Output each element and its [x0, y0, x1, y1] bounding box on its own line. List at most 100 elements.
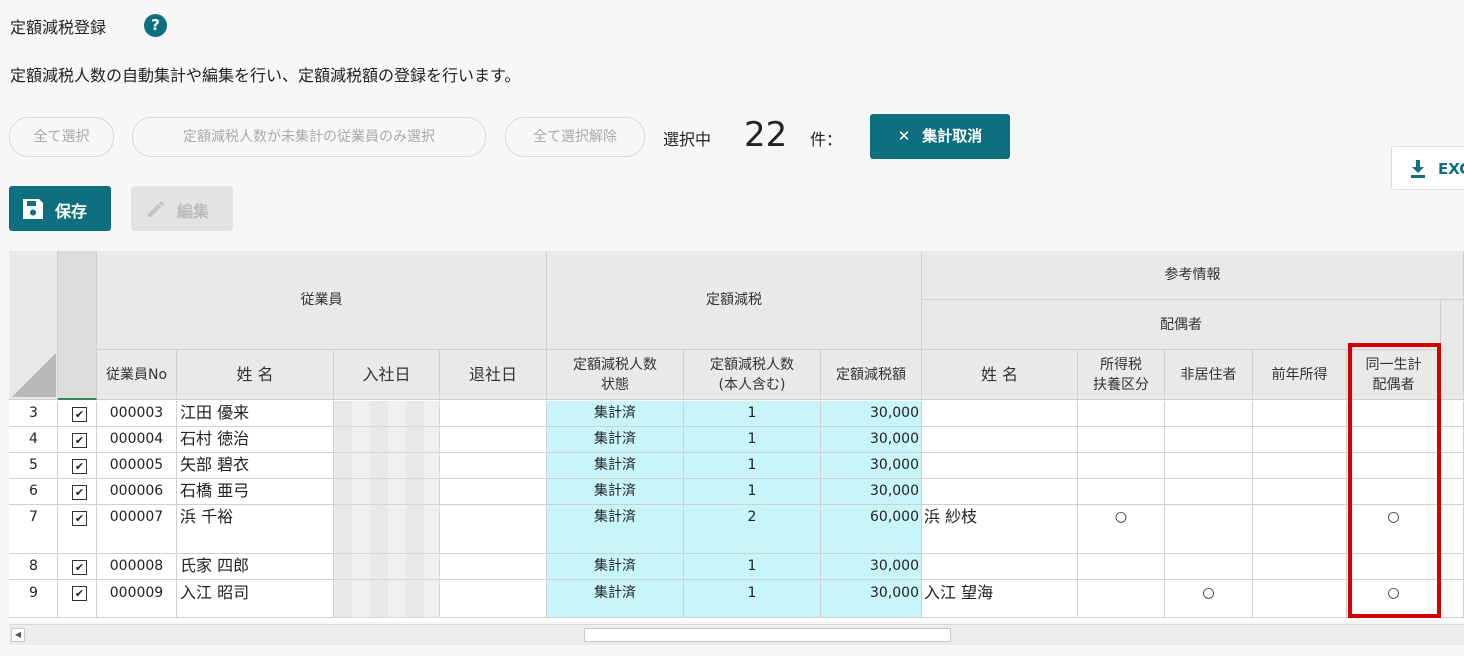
cell-extra[interactable]	[1441, 554, 1464, 580]
cell-nonresident[interactable]	[1165, 505, 1253, 554]
row-checkbox[interactable]: ✔	[58, 505, 97, 554]
cell-status[interactable]: 集計済	[547, 453, 684, 479]
cell-leave-date[interactable]	[440, 580, 547, 618]
cell-amount[interactable]: 30,000	[821, 580, 922, 618]
cell-spouse-name[interactable]	[922, 401, 1078, 427]
cell-emp-no[interactable]: 000003	[97, 401, 177, 427]
cell-name[interactable]: 入江 昭司	[177, 580, 334, 618]
cell-amount[interactable]: 30,000	[821, 479, 922, 505]
checkbox[interactable]: ✔	[72, 485, 87, 500]
row-checkbox[interactable]: ✔	[58, 453, 97, 479]
cell-amount[interactable]: 30,000	[821, 453, 922, 479]
cell-emp-no[interactable]: 000004	[97, 427, 177, 453]
cell-prev-income[interactable]	[1253, 453, 1347, 479]
row-number[interactable]: 8	[9, 554, 58, 580]
cell-extra[interactable]	[1441, 479, 1464, 505]
cell-extra[interactable]	[1441, 401, 1464, 427]
select-unaggregated-button[interactable]: 定額減税人数が未集計の従業員のみ選択	[132, 117, 486, 157]
cell-count[interactable]: 2	[684, 505, 821, 554]
row-number[interactable]: 9	[9, 580, 58, 618]
row-checkbox[interactable]: ✔	[58, 580, 97, 618]
cell-prev-income[interactable]	[1253, 505, 1347, 554]
cell-leave-date[interactable]	[440, 401, 547, 427]
cell-count[interactable]: 1	[684, 401, 821, 427]
cell-hire-date[interactable]	[334, 554, 440, 580]
cell-name[interactable]: 矢部 碧衣	[177, 453, 334, 479]
cell-amount[interactable]: 30,000	[821, 427, 922, 453]
scroll-thumb[interactable]	[584, 628, 951, 642]
cell-name[interactable]: 石橋 亜弓	[177, 479, 334, 505]
col-count[interactable]: 定額減税人数 (本人含む)	[684, 350, 821, 400]
cell-hire-date[interactable]	[334, 427, 440, 453]
col-name[interactable]: 姓 名	[177, 350, 334, 400]
row-checkbox[interactable]: ✔	[58, 479, 97, 505]
cell-count[interactable]: 1	[684, 554, 821, 580]
cell-name[interactable]: 江田 優来	[177, 401, 334, 427]
cell-emp-no[interactable]: 000009	[97, 580, 177, 618]
grid-corner[interactable]	[9, 251, 58, 400]
cell-dependent[interactable]	[1078, 554, 1165, 580]
col-dependent[interactable]: 所得税 扶養区分	[1078, 350, 1165, 400]
row-number[interactable]: 6	[9, 479, 58, 505]
cell-leave-date[interactable]	[440, 505, 547, 554]
cell-hire-date[interactable]	[334, 479, 440, 505]
scroll-left-arrow[interactable]: ◀	[11, 628, 25, 642]
cell-count[interactable]: 1	[684, 453, 821, 479]
cell-amount[interactable]: 60,000	[821, 505, 922, 554]
col-hire-date[interactable]: 入社日	[334, 350, 440, 400]
edit-button[interactable]: 編集	[131, 186, 233, 231]
col-nonresident[interactable]: 非居住者	[1165, 350, 1253, 400]
checkbox[interactable]: ✔	[72, 459, 87, 474]
checkbox[interactable]: ✔	[72, 511, 87, 526]
col-spouse-name[interactable]: 姓 名	[922, 350, 1078, 400]
cell-spouse-name[interactable]	[922, 479, 1078, 505]
cell-name[interactable]: 氏家 四郎	[177, 554, 334, 580]
cell-spouse-name[interactable]	[922, 554, 1078, 580]
cell-leave-date[interactable]	[440, 479, 547, 505]
cell-emp-no[interactable]: 000005	[97, 453, 177, 479]
checkbox-column-header[interactable]	[58, 251, 97, 400]
deselect-all-button[interactable]: 全て選択解除	[505, 117, 645, 157]
cell-status[interactable]: 集計済	[547, 401, 684, 427]
cell-prev-income[interactable]	[1253, 580, 1347, 618]
cell-dependent[interactable]	[1078, 427, 1165, 453]
cell-amount[interactable]: 30,000	[821, 554, 922, 580]
row-number[interactable]: 7	[9, 505, 58, 554]
cell-nonresident[interactable]	[1165, 453, 1253, 479]
cell-emp-no[interactable]: 000007	[97, 505, 177, 554]
cell-prev-income[interactable]	[1253, 427, 1347, 453]
cell-dependent[interactable]	[1078, 401, 1165, 427]
row-checkbox[interactable]: ✔	[58, 401, 97, 427]
row-checkbox[interactable]: ✔	[58, 554, 97, 580]
cell-nonresident[interactable]	[1165, 401, 1253, 427]
cell-hire-date[interactable]	[334, 453, 440, 479]
cell-nonresident[interactable]	[1165, 479, 1253, 505]
cell-nonresident[interactable]: ○	[1165, 580, 1253, 618]
cell-count[interactable]: 1	[684, 580, 821, 618]
cell-nonresident[interactable]	[1165, 554, 1253, 580]
cell-name[interactable]: 浜 千裕	[177, 505, 334, 554]
col-prev-income[interactable]: 前年所得	[1253, 350, 1347, 400]
cell-status[interactable]: 集計済	[547, 580, 684, 618]
cell-dependent[interactable]	[1078, 453, 1165, 479]
cell-nonresident[interactable]	[1165, 427, 1253, 453]
cell-prev-income[interactable]	[1253, 479, 1347, 505]
row-checkbox[interactable]: ✔	[58, 427, 97, 453]
cell-extra[interactable]	[1441, 453, 1464, 479]
col-emp-no[interactable]: 従業員No	[97, 350, 177, 400]
cell-spouse-name[interactable]: 浜 紗枝	[922, 505, 1078, 554]
cell-spouse-name[interactable]	[922, 427, 1078, 453]
cell-extra[interactable]	[1441, 427, 1464, 453]
cell-emp-no[interactable]: 000008	[97, 554, 177, 580]
row-number[interactable]: 5	[9, 453, 58, 479]
cell-status[interactable]: 集計済	[547, 554, 684, 580]
checkbox[interactable]: ✔	[72, 586, 87, 601]
cell-extra[interactable]	[1441, 505, 1464, 554]
cell-hire-date[interactable]	[334, 580, 440, 618]
cell-amount[interactable]: 30,000	[821, 401, 922, 427]
checkbox[interactable]: ✔	[72, 433, 87, 448]
cell-dependent[interactable]: ○	[1078, 505, 1165, 554]
cell-spouse-name[interactable]: 入江 望海	[922, 580, 1078, 618]
cell-leave-date[interactable]	[440, 427, 547, 453]
col-leave-date[interactable]: 退社日	[440, 350, 547, 400]
